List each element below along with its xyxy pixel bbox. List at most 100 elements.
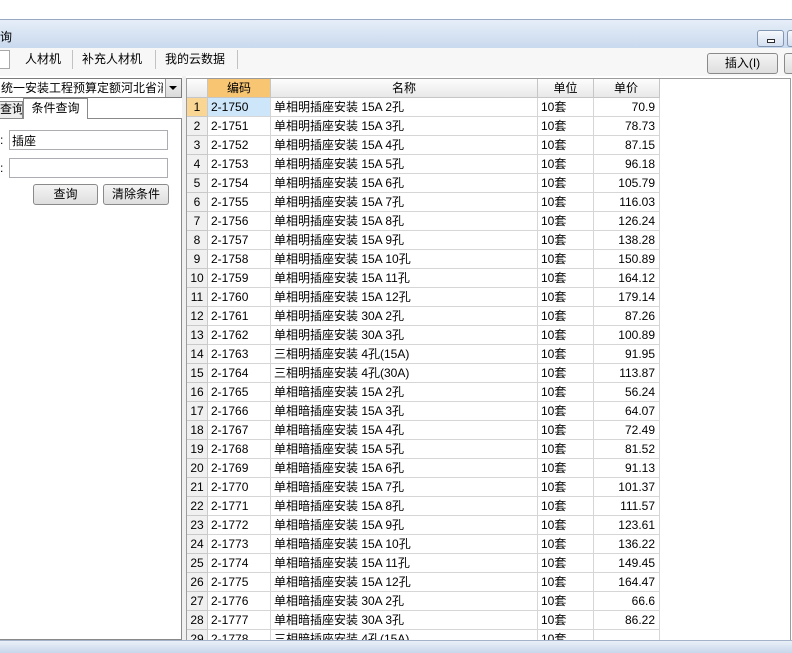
table-row[interactable]: 14 2-1763 三相明插座安装 4孔(15A) 10套 91.95 [187,345,790,364]
row-number[interactable]: 28 [187,611,208,630]
table-row[interactable]: 6 2-1755 单相明插座安装 15A 7孔 10套 116.03 [187,193,790,212]
row-number[interactable]: 15 [187,364,208,383]
table-row[interactable]: 17 2-1766 单相暗插座安装 15A 3孔 10套 64.07 [187,402,790,421]
row-number[interactable]: 2 [187,117,208,136]
code-cell[interactable]: 2-1772 [208,516,271,535]
table-row[interactable]: 12 2-1761 单相明插座安装 30A 2孔 10套 87.26 [187,307,790,326]
price-cell[interactable]: 138.28 [594,231,660,250]
row-number[interactable]: 22 [187,497,208,516]
unit-cell[interactable]: 10套 [538,497,594,516]
name-cell[interactable]: 单相暗插座安装 15A 10孔 [271,535,538,554]
unit-cell[interactable]: 10套 [538,535,594,554]
unit-cell[interactable]: 10套 [538,573,594,592]
unit-cell[interactable]: 10套 [538,250,594,269]
code-cell[interactable]: 2-1774 [208,554,271,573]
table-row[interactable]: 4 2-1753 单相明插座安装 15A 5孔 10套 96.18 [187,155,790,174]
table-row[interactable]: 1 2-1750 单相明插座安装 15A 2孔 10套 70.9 [187,98,790,117]
price-cell[interactable]: 136.22 [594,535,660,554]
row-number[interactable]: 24 [187,535,208,554]
unit-cell[interactable]: 10套 [538,402,594,421]
code-cell[interactable]: 2-1770 [208,478,271,497]
title-bar[interactable]: 询 [0,19,792,48]
price-cell[interactable]: 150.89 [594,250,660,269]
name-cell[interactable]: 单相暗插座安装 15A 7孔 [271,478,538,497]
row-number[interactable]: 11 [187,288,208,307]
table-row[interactable]: 8 2-1757 单相明插座安装 15A 9孔 10套 138.28 [187,231,790,250]
price-cell[interactable]: 111.57 [594,497,660,516]
name-cell[interactable]: 单相暗插座安装 30A 3孔 [271,611,538,630]
price-cell[interactable]: 100.89 [594,326,660,345]
price-cell[interactable]: 81.52 [594,440,660,459]
table-row[interactable]: 13 2-1762 单相明插座安装 30A 3孔 10套 100.89 [187,326,790,345]
column-header-price[interactable]: 单价 [594,79,660,98]
code-cell[interactable]: 2-1777 [208,611,271,630]
name-cell[interactable]: 单相明插座安装 30A 2孔 [271,307,538,326]
unit-cell[interactable]: 10套 [538,383,594,402]
table-row[interactable]: 18 2-1767 单相暗插座安装 15A 4孔 10套 72.49 [187,421,790,440]
price-cell[interactable]: 72.49 [594,421,660,440]
name-cell[interactable]: 三相暗插座安装 4孔(15A) [271,630,538,640]
name-cell[interactable]: 三相明插座安装 4孔(15A) [271,345,538,364]
price-cell[interactable]: 123.61 [594,516,660,535]
table-row[interactable]: 5 2-1754 单相明插座安装 15A 6孔 10套 105.79 [187,174,790,193]
price-cell[interactable]: 86.22 [594,611,660,630]
table-row[interactable]: 26 2-1775 单相暗插座安装 15A 12孔 10套 164.47 [187,573,790,592]
table-row[interactable]: 21 2-1770 单相暗插座安装 15A 7孔 10套 101.37 [187,478,790,497]
insert-button[interactable]: 插入(I) [707,53,778,74]
row-number[interactable]: 10 [187,269,208,288]
unit-cell[interactable]: 10套 [538,307,594,326]
row-number[interactable]: 8 [187,231,208,250]
row-number[interactable]: 4 [187,155,208,174]
row-number-header[interactable] [187,79,208,98]
maximize-button[interactable] [787,30,792,47]
code-cell[interactable]: 2-1752 [208,136,271,155]
price-cell[interactable]: 87.26 [594,307,660,326]
price-cell[interactable]: 113.87 [594,364,660,383]
code-cell[interactable]: 2-1764 [208,364,271,383]
unit-cell[interactable]: 10套 [538,193,594,212]
name-cell[interactable]: 三相明插座安装 4孔(30A) [271,364,538,383]
clear-conditions-button[interactable]: 清除条件 [103,184,169,205]
table-row[interactable]: 28 2-1777 单相暗插座安装 30A 3孔 10套 86.22 [187,611,790,630]
row-number[interactable]: 6 [187,193,208,212]
price-cell[interactable]: 66.6 [594,592,660,611]
code-cell[interactable]: 2-1751 [208,117,271,136]
column-header-name[interactable]: 名称 [271,79,538,98]
name-cell[interactable]: 单相明插座安装 15A 10孔 [271,250,538,269]
row-number[interactable]: 29 [187,630,208,640]
tab-supplementary-materials[interactable]: 补充人材机 [82,52,142,66]
row-number[interactable]: 17 [187,402,208,421]
unit-cell[interactable]: 10套 [538,478,594,497]
unit-cell[interactable]: 10套 [538,98,594,117]
code-cell[interactable]: 2-1773 [208,535,271,554]
unit-cell[interactable]: 10套 [538,459,594,478]
name-cell[interactable]: 单相暗插座安装 15A 12孔 [271,573,538,592]
name-cell[interactable]: 单相暗插座安装 15A 2孔 [271,383,538,402]
unit-cell[interactable]: 10套 [538,364,594,383]
price-cell[interactable]: 126.24 [594,212,660,231]
name-cell[interactable]: 单相明插座安装 15A 11孔 [271,269,538,288]
unit-cell[interactable]: 10套 [538,345,594,364]
price-cell[interactable]: 164.12 [594,269,660,288]
code-cell[interactable]: 2-1768 [208,440,271,459]
table-row[interactable]: 15 2-1764 三相明插座安装 4孔(30A) 10套 113.87 [187,364,790,383]
code-cell[interactable]: 2-1760 [208,288,271,307]
unit-cell[interactable]: 10套 [538,516,594,535]
minimize-button[interactable] [757,30,784,47]
code-cell[interactable]: 2-1758 [208,250,271,269]
code-cell[interactable]: 2-1763 [208,345,271,364]
unit-cell[interactable]: 10套 [538,117,594,136]
row-number[interactable]: 5 [187,174,208,193]
row-number[interactable]: 9 [187,250,208,269]
table-row[interactable]: 24 2-1773 单相暗插座安装 15A 10孔 10套 136.22 [187,535,790,554]
row-number[interactable]: 3 [187,136,208,155]
table-row[interactable]: 22 2-1771 单相暗插座安装 15A 8孔 10套 111.57 [187,497,790,516]
name-cell[interactable]: 单相暗插座安装 15A 6孔 [271,459,538,478]
tab-condition-query[interactable]: 条件查询 [23,98,88,119]
code-cell[interactable]: 2-1765 [208,383,271,402]
row-number[interactable]: 26 [187,573,208,592]
price-cell[interactable]: 149.45 [594,554,660,573]
unit-cell[interactable]: 10套 [538,592,594,611]
unit-cell[interactable]: 10套 [538,288,594,307]
code-cell[interactable]: 2-1766 [208,402,271,421]
